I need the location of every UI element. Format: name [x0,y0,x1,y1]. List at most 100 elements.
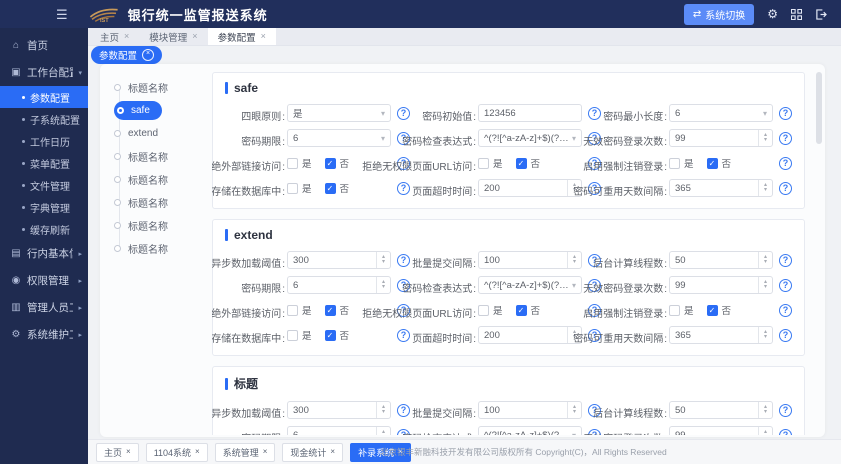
select-input[interactable]: 6▾ [287,129,391,147]
stepper-arrows[interactable]: ▴▾ [376,402,390,418]
stepper-arrows[interactable]: ▴▾ [567,402,581,418]
stepper-down-icon[interactable]: ▾ [573,260,576,265]
sidebar-subitem-文件管理[interactable]: 文件管理 [0,174,88,196]
anchor-item-1[interactable]: 标题名称 [114,76,208,99]
checkbox-yes[interactable] [287,305,298,316]
help-icon[interactable]: ? [779,107,792,120]
number-stepper[interactable]: 50▴▾ [669,251,773,269]
stepper-arrows[interactable]: ▴▾ [758,252,772,268]
system-switch-button[interactable]: ⇄ 系统切换 [684,4,754,25]
stepper-down-icon[interactable]: ▾ [764,188,767,193]
anchor-item-5[interactable]: 标题名称 [114,168,208,191]
stepper-down-icon[interactable]: ▾ [382,260,385,265]
number-stepper[interactable]: 300▴▾ [287,251,391,269]
sidebar-item-管理人员工具[interactable]: ▥管理人员工具▸ [0,294,88,321]
stepper-arrows[interactable]: ▴▾ [758,327,772,343]
sidebar-subitem-子系统配置[interactable]: 子系统配置 [0,108,88,130]
tab-close-icon[interactable]: × [124,32,129,41]
checkbox-no[interactable]: ✓ [516,305,527,316]
scrollbar-thumb[interactable] [816,72,822,144]
stepper-down-icon[interactable]: ▾ [764,285,767,290]
checkbox-no[interactable]: ✓ [325,330,336,341]
stepper-arrows[interactable]: ▴▾ [376,252,390,268]
bottom-tab-系统管理[interactable]: 系统管理× [215,443,276,462]
sidebar-subitem-菜单配置[interactable]: 菜单配置 [0,152,88,174]
checkbox-yes[interactable] [287,330,298,341]
stepper-down-icon[interactable]: ▾ [382,285,385,290]
checkbox-no[interactable]: ✓ [325,305,336,316]
anchor-item-8[interactable]: 标题名称 [114,237,208,260]
bottom-tab-close-icon[interactable]: × [263,448,268,456]
top-tab-3[interactable]: 参数配置× [208,28,276,45]
stepper-arrows[interactable]: ▴▾ [758,277,772,293]
select-input[interactable]: ^(?![^a-zA-z]+$)(?!D+$)([0-9A-Z...▾ [478,129,582,147]
checkbox-yes[interactable] [287,158,298,169]
help-icon[interactable]: ? [397,182,410,195]
checkbox-no[interactable]: ✓ [707,305,718,316]
sidebar-item-首页[interactable]: ⌂首页 [0,32,88,59]
stepper-down-icon[interactable]: ▾ [764,138,767,143]
bottom-tab-现金统计[interactable]: 现金统计× [282,443,343,462]
help-icon[interactable]: ? [779,304,792,317]
help-icon[interactable]: ? [397,254,410,267]
number-stepper[interactable]: 100▴▾ [478,401,582,419]
sidebar-item-系统维护工具[interactable]: ⚙系统维护工具▸ [0,321,88,348]
help-icon[interactable]: ? [397,404,410,417]
help-icon[interactable]: ? [779,254,792,267]
stepper-arrows[interactable]: ▴▾ [567,252,581,268]
logout-icon[interactable] [815,9,827,20]
anchor-item-2[interactable]: safe [114,101,162,120]
number-stepper[interactable]: 200▴▾ [478,326,582,344]
select-input[interactable]: ^(?![^a-zA-z]+$)(?!D+$)([0-9A-Z...▾ [478,426,582,435]
help-icon[interactable]: ? [779,329,792,342]
anchor-item-6[interactable]: 标题名称 [114,191,208,214]
sidebar-subitem-字典管理[interactable]: 字典管理 [0,196,88,218]
anchor-item-4[interactable]: 标题名称 [114,145,208,168]
stepper-arrows[interactable]: ▴▾ [758,180,772,196]
stepper-arrows[interactable]: ▴▾ [758,130,772,146]
help-icon[interactable]: ? [779,182,792,195]
settings-gear-icon[interactable]: ⚙ [767,8,778,20]
anchor-item-3[interactable]: extend [114,122,208,145]
stepper-down-icon[interactable]: ▾ [764,260,767,265]
bottom-tab-主页[interactable]: 主页× [96,443,139,462]
help-icon[interactable]: ? [397,107,410,120]
number-stepper[interactable]: 100▴▾ [478,251,582,269]
checkbox-yes[interactable] [478,305,489,316]
number-stepper[interactable]: 6▴▾ [287,426,391,435]
checkbox-yes[interactable] [669,158,680,169]
help-icon[interactable]: ? [779,404,792,417]
top-tab-2[interactable]: 模块管理× [139,28,207,45]
number-stepper[interactable]: 365▴▾ [669,179,773,197]
stepper-down-icon[interactable]: ▾ [764,335,767,340]
checkbox-yes[interactable] [478,158,489,169]
select-input[interactable]: ^(?![^a-zA-z]+$)(?!D+$)([0-9A-Z...▾ [478,276,582,294]
number-stepper[interactable]: 99▴▾ [669,129,773,147]
number-stepper[interactable]: 6▴▾ [287,276,391,294]
tab-close-icon[interactable]: × [192,32,197,41]
stepper-arrows[interactable]: ▴▾ [376,427,390,435]
sidebar-subitem-参数配置[interactable]: 参数配置 [0,86,88,108]
stepper-down-icon[interactable]: ▾ [382,410,385,415]
bottom-tab-close-icon[interactable]: × [126,448,131,456]
help-icon[interactable]: ? [779,279,792,292]
sidebar-item-行内基本信息[interactable]: ▤行内基本信息▸ [0,240,88,267]
number-stepper[interactable]: 99▴▾ [669,276,773,294]
number-stepper[interactable]: 300▴▾ [287,401,391,419]
stepper-arrows[interactable]: ▴▾ [758,402,772,418]
bottom-tab-1104系统[interactable]: 1104系统× [146,443,208,462]
number-stepper[interactable]: 99▴▾ [669,426,773,435]
stepper-arrows[interactable]: ▴▾ [376,277,390,293]
checkbox-no[interactable]: ✓ [707,158,718,169]
sidebar-subitem-缓存刷新[interactable]: 缓存刷新 [0,218,88,240]
stepper-arrows[interactable]: ▴▾ [758,427,772,435]
help-icon[interactable]: ? [779,132,792,145]
number-stepper[interactable]: 200▴▾ [478,179,582,197]
tab-close-icon[interactable]: × [261,32,266,41]
checkbox-yes[interactable] [287,183,298,194]
number-stepper[interactable]: 365▴▾ [669,326,773,344]
help-icon[interactable]: ? [588,107,601,120]
stepper-down-icon[interactable]: ▾ [764,410,767,415]
sidebar-item-权限管理[interactable]: ◉权限管理▸ [0,267,88,294]
sidebar-subitem-工作日历[interactable]: 工作日历 [0,130,88,152]
